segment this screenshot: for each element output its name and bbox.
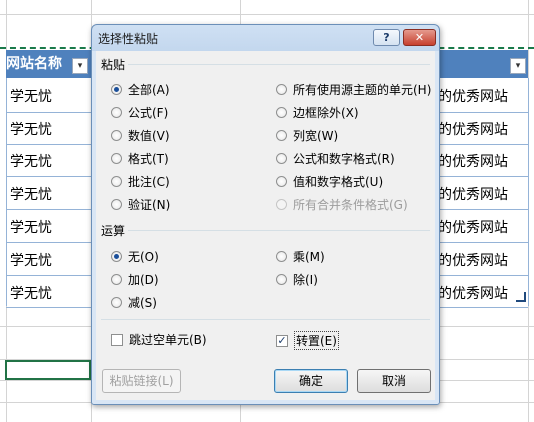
operation-section-divider (128, 230, 430, 231)
option-label: 数值(V) (128, 129, 170, 143)
radio-paste-merge-conditional-formats: 所有合并条件格式(G) (276, 196, 408, 213)
option-label: 值和数字格式(U) (293, 175, 384, 189)
table-cell[interactable]: 的优秀网站 (438, 283, 508, 303)
paste-section-label: 粘贴 (101, 58, 126, 72)
radio-selected-icon (111, 251, 122, 262)
paste-link-button: 粘贴链接(L) (102, 369, 181, 393)
radio-paste-values-number-formats[interactable]: 值和数字格式(U) (276, 173, 383, 190)
checkbox-icon (111, 333, 123, 346)
option-label: 所有合并条件格式(G) (293, 198, 408, 212)
radio-paste-all[interactable]: 全部(A) (111, 81, 170, 98)
option-label: 全部(A) (128, 83, 170, 97)
option-label: 所有使用源主题的单元(H) (293, 83, 432, 97)
dialog-body: 粘贴 全部(A) 公式(F) 数值(V) 格式(T) 批注(C) 验证(N) 所… (96, 51, 435, 400)
radio-icon (276, 107, 287, 118)
radio-paste-values[interactable]: 数值(V) (111, 127, 170, 144)
paste-special-dialog: 选择性粘贴 ? ✕ 粘贴 全部(A) 公式(F) 数值(V) 格式(T) 批注(… (91, 24, 440, 405)
skip-blanks-checkbox[interactable]: 跳过空单元(B) (111, 331, 207, 348)
table-resize-handle[interactable] (516, 292, 526, 302)
table-cell[interactable]: 学无忧 (10, 250, 52, 270)
option-label: 乘(M) (293, 250, 325, 264)
radio-icon (276, 176, 287, 187)
radio-operation-add[interactable]: 加(D) (111, 271, 159, 288)
table-cell[interactable]: 的优秀网站 (438, 250, 508, 270)
radio-icon (111, 107, 122, 118)
radio-disabled-icon (276, 199, 287, 210)
radio-icon (111, 297, 122, 308)
filter-dropdown-icon[interactable]: ▾ (510, 58, 526, 74)
close-button[interactable]: ✕ (403, 29, 436, 46)
radio-icon (111, 274, 122, 285)
table-cell[interactable]: 学无忧 (10, 86, 52, 106)
table-cell[interactable]: 学无忧 (10, 119, 52, 139)
ok-button[interactable]: 确定 (274, 369, 348, 393)
radio-icon (276, 153, 287, 164)
radio-icon (276, 84, 287, 95)
paste-section-divider (128, 64, 430, 65)
radio-operation-subtract[interactable]: 减(S) (111, 294, 157, 311)
option-label: 公式(F) (128, 106, 169, 120)
radio-operation-multiply[interactable]: 乘(M) (276, 248, 325, 265)
transpose-checkbox[interactable]: ✓ 转置(E) (276, 331, 339, 350)
radio-icon (111, 130, 122, 141)
cancel-button[interactable]: 取消 (357, 369, 431, 393)
help-button[interactable]: ? (373, 29, 400, 46)
radio-paste-column-widths[interactable]: 列宽(W) (276, 127, 338, 144)
radio-selected-icon (111, 84, 122, 95)
option-label: 边框除外(X) (293, 106, 359, 120)
option-label: 批注(C) (128, 175, 170, 189)
checkbox-label: 转置(E) (294, 331, 339, 350)
option-label: 公式和数字格式(R) (293, 152, 395, 166)
radio-icon (276, 251, 287, 262)
option-label: 验证(N) (128, 198, 171, 212)
radio-icon (111, 176, 122, 187)
radio-paste-formulas-number-formats[interactable]: 公式和数字格式(R) (276, 150, 395, 167)
table-cell[interactable]: 学无忧 (10, 184, 52, 204)
radio-paste-validation[interactable]: 验证(N) (111, 196, 170, 213)
radio-paste-comments[interactable]: 批注(C) (111, 173, 170, 190)
table-cell[interactable]: 学无忧 (10, 217, 52, 237)
table-cell[interactable]: 的优秀网站 (438, 217, 508, 237)
radio-icon (111, 153, 122, 164)
operation-section-label: 运算 (101, 224, 126, 238)
table-cell[interactable]: 的优秀网站 (438, 119, 508, 139)
option-label: 格式(T) (128, 152, 169, 166)
grid-row-line (0, 14, 534, 15)
option-label: 列宽(W) (293, 129, 339, 143)
table-cell[interactable]: 的优秀网站 (438, 151, 508, 171)
radio-paste-source-theme[interactable]: 所有使用源主题的单元(H) (276, 81, 431, 98)
radio-icon (276, 130, 287, 141)
table-cell[interactable]: 学无忧 (10, 283, 52, 303)
table-cell[interactable]: 的优秀网站 (438, 184, 508, 204)
options-divider (101, 319, 430, 320)
radio-operation-none[interactable]: 无(O) (111, 248, 159, 265)
checkbox-label: 跳过空单元(B) (129, 333, 207, 347)
option-label: 加(D) (128, 273, 159, 287)
table-border (528, 78, 529, 306)
option-label: 除(I) (293, 273, 318, 287)
radio-paste-no-borders[interactable]: 边框除外(X) (276, 104, 359, 121)
option-label: 无(O) (128, 250, 159, 264)
checkbox-checked-icon: ✓ (276, 333, 288, 347)
table-cell[interactable]: 学无忧 (10, 151, 52, 171)
dialog-title: 选择性粘贴 (98, 32, 159, 46)
table-border (6, 78, 7, 306)
radio-paste-formulas[interactable]: 公式(F) (111, 104, 168, 121)
table-cell[interactable]: 的优秀网站 (438, 86, 508, 106)
filter-dropdown-icon[interactable]: ▾ (72, 58, 88, 74)
radio-operation-divide[interactable]: 除(I) (276, 271, 318, 288)
radio-paste-formats[interactable]: 格式(T) (111, 150, 169, 167)
radio-icon (111, 199, 122, 210)
radio-icon (276, 274, 287, 285)
active-cell-selection[interactable] (5, 360, 91, 380)
option-label: 减(S) (128, 296, 157, 310)
table-header-label: 网站名称 (6, 56, 62, 72)
